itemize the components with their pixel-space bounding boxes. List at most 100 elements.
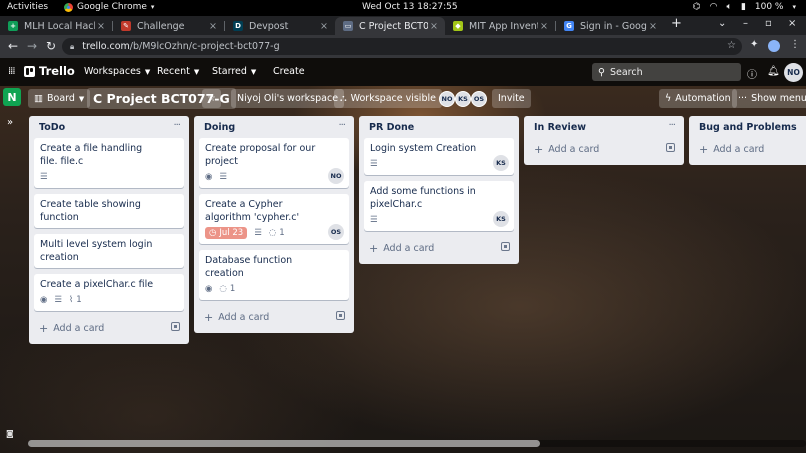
workspace-button[interactable]: Niyoj Oli's workspace	[231, 89, 345, 108]
due-date-badge[interactable]: ◷ Jul 23	[205, 227, 248, 239]
trello-logo-text: Trello	[39, 64, 75, 78]
card[interactable]: Multi level system login creation	[34, 234, 184, 268]
close-icon[interactable]: ×	[538, 21, 550, 32]
info-icon[interactable]: ⓘ	[747, 66, 757, 81]
board-scrollbar-thumb[interactable]	[28, 440, 540, 447]
workspace-icon[interactable]: N	[3, 88, 21, 106]
bookmark-star-icon[interactable]: ☆	[727, 40, 736, 51]
list-header[interactable]: In Review ···	[529, 116, 679, 138]
user-avatar[interactable]: NO	[784, 63, 803, 82]
card[interactable]: Create a Cypher algorithm 'cypher.c' ◷ J…	[199, 194, 349, 244]
list-pr-done: PR Done Login system Creation ☰ KS Add s…	[359, 116, 519, 264]
card[interactable]: Create table showing function	[34, 194, 184, 228]
activities-button[interactable]: Activities	[7, 2, 48, 12]
minimize-icon[interactable]: –	[743, 18, 748, 29]
extensions-icon[interactable]: ✦	[750, 39, 758, 50]
add-card-button[interactable]: + Add a card	[364, 237, 514, 259]
card[interactable]: Create a file handling file. file.c ☰	[34, 138, 184, 188]
automation-button[interactable]: ϟ Automation	[659, 89, 737, 108]
card-member-avatar[interactable]: KS	[493, 155, 509, 171]
close-icon[interactable]: ×	[95, 21, 107, 32]
close-icon[interactable]: ×	[207, 21, 219, 32]
close-icon[interactable]: ×	[428, 21, 440, 32]
board-member-avatar[interactable]: OS	[471, 91, 487, 107]
list-header[interactable]: PR Done	[364, 116, 514, 138]
back-icon[interactable]: ←	[6, 39, 20, 53]
list-todo: ToDo ··· Create a file handling file. fi…	[29, 116, 189, 344]
list-title[interactable]: Doing	[204, 122, 235, 133]
volume-icon: 🔈︎	[726, 2, 732, 12]
close-icon[interactable]: ×	[647, 21, 659, 32]
show-menu-button[interactable]: ··· Show menu	[732, 89, 806, 108]
favicon-icon: +	[8, 21, 18, 31]
card[interactable]: Login system Creation ☰ KS	[364, 138, 514, 175]
add-card-button[interactable]: + Add a card	[694, 138, 801, 160]
forward-icon[interactable]: →	[25, 39, 39, 53]
chevron-down-icon: ▾	[150, 3, 155, 11]
list-title[interactable]: PR Done	[369, 122, 414, 133]
close-window-icon[interactable]: ×	[788, 18, 796, 29]
invite-button[interactable]: Invite	[492, 89, 531, 108]
tab-search-icon[interactable]: ⌄	[718, 18, 726, 29]
favicon-icon: ✎	[121, 21, 131, 31]
browser-tab[interactable]: + MLH Local Hack D ×	[0, 17, 112, 35]
board-member-avatar[interactable]: NO	[439, 91, 455, 107]
list-menu-icon[interactable]: ···	[668, 120, 675, 131]
browser-tab[interactable]: D Devpost ×	[225, 17, 335, 35]
system-clock[interactable]: Wed Oct 13 18:27:55	[362, 2, 458, 12]
card[interactable]: Create proposal for our project ◉ ☰ NO	[199, 138, 349, 188]
card-member-avatar[interactable]: KS	[493, 211, 509, 227]
starred-menu[interactable]: Starred ▼	[212, 66, 256, 77]
list-menu-icon[interactable]: ···	[338, 120, 345, 131]
reload-icon[interactable]: ↻	[44, 39, 58, 53]
new-tab-icon[interactable]: +	[671, 16, 682, 31]
create-button[interactable]: Create	[273, 66, 305, 77]
recent-menu[interactable]: Recent ▼	[157, 66, 199, 77]
add-card-button[interactable]: + Add a card	[529, 138, 679, 160]
browser-tab-active[interactable]: ▭ C Project BCT07 ×	[335, 17, 445, 35]
trello-logo[interactable]: Trello	[24, 64, 75, 78]
workspaces-menu[interactable]: Workspaces ▼	[84, 66, 150, 77]
more-vert-icon[interactable]: ⋮	[790, 39, 800, 50]
card-template-icon[interactable]	[171, 322, 180, 331]
add-card-button[interactable]: + Add a card	[34, 317, 184, 339]
list-title[interactable]: ToDo	[39, 122, 65, 133]
list-header[interactable]: Bug and Problems	[694, 116, 801, 138]
board-member-avatar[interactable]: KS	[455, 91, 471, 107]
app-switcher-icon[interactable]: ⁞⁞⁞	[8, 66, 15, 77]
close-icon[interactable]: ×	[318, 21, 330, 32]
network-icon: ⌬	[692, 2, 701, 12]
visibility-button[interactable]: ⛬ Workspace visible	[334, 89, 442, 108]
restore-icon[interactable]: ▫	[765, 18, 772, 29]
list-menu-icon[interactable]: ···	[173, 120, 180, 131]
browser-tab[interactable]: ✎ Challenge ×	[113, 17, 224, 35]
list-header[interactable]: Doing ···	[199, 116, 349, 138]
app-menu[interactable]: Google Chrome ▾	[64, 2, 154, 12]
browser-tab[interactable]: ◆ MIT App Inventor ×	[445, 17, 555, 35]
card-template-icon[interactable]	[666, 143, 675, 152]
description-icon: ☰	[370, 159, 378, 169]
card-template-icon[interactable]	[336, 311, 345, 320]
address-bar[interactable]: 🔒︎ trello.com /b/M9lcOzhn/c-project-bct0…	[62, 38, 742, 55]
system-tray[interactable]: ⌬ ◠ 🔈︎ ▮ 100 % ▾	[693, 2, 796, 12]
comment-badge: ◌ 1	[219, 284, 235, 294]
card-member-avatar[interactable]: NO	[328, 168, 344, 184]
card-template-icon[interactable]	[501, 242, 510, 251]
browser-tab[interactable]: G Sign in - Google A ×	[556, 17, 664, 35]
list-header[interactable]: ToDo ···	[34, 116, 184, 138]
notifications-bell-icon[interactable]: 🔔︎	[767, 66, 780, 77]
list-in-review: In Review ··· + Add a card	[524, 116, 684, 165]
add-card-button[interactable]: + Add a card	[199, 306, 349, 328]
card-member-avatar[interactable]: OS	[328, 224, 344, 240]
card[interactable]: Create a pixelChar.c file ◉ ☰ ⌇ 1	[34, 274, 184, 311]
star-board-button[interactable]: ☆	[202, 89, 221, 108]
expand-sidebar-icon[interactable]: »	[7, 117, 13, 128]
profile-avatar[interactable]	[768, 40, 780, 52]
card[interactable]: Database function creation ◉ ◌ 1	[199, 250, 349, 300]
camera-icon[interactable]: ◙	[6, 429, 14, 438]
search-input[interactable]: ⚲ Search	[592, 63, 741, 81]
list-title[interactable]: In Review	[534, 122, 586, 133]
list-title[interactable]: Bug and Problems	[699, 122, 797, 133]
board-view-switcher[interactable]: ▥ Board ▼	[28, 89, 91, 108]
card[interactable]: Add some functions in pixelChar.c ☰ KS	[364, 181, 514, 231]
